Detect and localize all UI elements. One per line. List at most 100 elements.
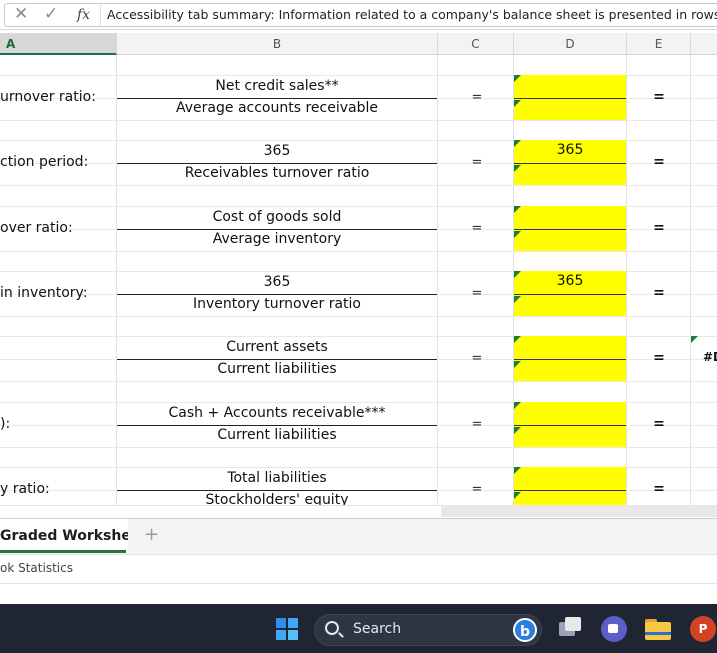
search-label: Search — [353, 621, 402, 637]
input-value[interactable]: 365 — [514, 273, 626, 289]
formula-input[interactable]: Accessibility tab summary: Information r… — [100, 3, 717, 27]
numerator-cell[interactable]: Cash + Accounts receivable*** — [117, 405, 437, 421]
numerator-cell[interactable]: Net credit sales** — [117, 78, 437, 94]
fraction-line — [117, 163, 437, 164]
gridline — [626, 55, 627, 515]
error-indicator-icon — [514, 75, 521, 82]
column-header-e[interactable]: E — [627, 33, 691, 55]
row-gridline — [0, 316, 717, 317]
input-value[interactable]: 365 — [514, 142, 626, 158]
input-divider — [514, 98, 626, 99]
fraction-line — [117, 425, 437, 426]
error-value[interactable]: #D — [703, 350, 717, 364]
active-tab-indicator — [0, 550, 126, 553]
numerator-cell[interactable]: Total liabilities — [117, 470, 437, 486]
workbook-statistics[interactable]: ok Statistics — [0, 561, 73, 575]
fraction-line — [117, 229, 437, 230]
error-indicator-icon — [514, 336, 521, 343]
error-indicator-icon — [514, 296, 521, 303]
teams-meet-icon[interactable] — [601, 616, 627, 642]
error-indicator-icon — [514, 231, 521, 238]
windows-taskbar: Search b P — [0, 604, 717, 653]
equals-sign: = — [471, 482, 483, 497]
numerator-cell[interactable]: Cost of goods sold — [117, 209, 437, 225]
error-indicator-icon — [514, 492, 521, 499]
ratio-label: ): — [0, 416, 11, 432]
equals-sign: = — [471, 155, 483, 170]
insert-function-icon[interactable]: fx — [77, 5, 90, 25]
ratio-label: over ratio: — [0, 220, 73, 236]
error-indicator-icon — [514, 165, 521, 172]
denominator-cell[interactable]: Current liabilities — [117, 361, 437, 377]
error-indicator-icon — [514, 206, 521, 213]
cancel-x-icon[interactable]: ✕ — [14, 4, 28, 24]
error-indicator-icon — [514, 402, 521, 409]
row-gridline — [0, 447, 717, 448]
window-bottom-gap — [0, 585, 717, 604]
result-equals-sign: = — [653, 416, 665, 432]
result-equals-sign: = — [653, 220, 665, 236]
fraction-line — [117, 359, 437, 360]
error-indicator-icon — [691, 336, 698, 343]
column-headers: A B C D E — [0, 33, 717, 55]
ratio-label: in inventory: — [0, 285, 88, 301]
add-sheet-plus-icon[interactable]: + — [144, 524, 159, 546]
denominator-cell[interactable]: Average accounts receivable — [117, 100, 437, 116]
excel-window: ✕ ✓ fx Accessibility tab summary: Inform… — [0, 0, 717, 653]
equals-sign: = — [471, 90, 483, 105]
fraction-line — [117, 294, 437, 295]
denominator-cell[interactable]: Inventory turnover ratio — [117, 296, 437, 312]
fraction-line — [117, 98, 437, 99]
input-divider — [514, 294, 626, 295]
spreadsheet-grid[interactable]: urnover ratio: Net credit sales** Average … — [0, 55, 717, 515]
file-explorer-icon[interactable] — [645, 616, 671, 642]
input-divider — [514, 359, 626, 360]
column-header-d[interactable]: D — [514, 33, 627, 55]
numerator-cell[interactable]: Current assets — [117, 339, 437, 355]
gridline — [690, 55, 691, 515]
formula-bar: ✕ ✓ fx Accessibility tab summary: Inform… — [0, 0, 717, 30]
result-equals-sign: = — [653, 154, 665, 170]
enter-check-icon[interactable]: ✓ — [44, 4, 58, 24]
horizontal-scrollbar[interactable] — [441, 505, 717, 517]
ratio-label: ction period: — [0, 154, 89, 170]
input-divider — [514, 163, 626, 164]
gridline — [437, 55, 438, 515]
error-indicator-icon — [514, 100, 521, 107]
row-gridline — [0, 251, 717, 252]
denominator-cell[interactable]: Current liabilities — [117, 427, 437, 443]
task-view-icon[interactable] — [557, 616, 583, 642]
row-gridline — [0, 381, 717, 382]
error-indicator-icon — [514, 361, 521, 368]
equals-sign: = — [471, 221, 483, 236]
bing-icon[interactable]: b — [513, 618, 537, 642]
column-header-f[interactable] — [691, 33, 717, 55]
equals-sign: = — [471, 286, 483, 301]
column-header-b[interactable]: B — [117, 33, 438, 55]
windows-start-icon[interactable] — [276, 618, 298, 640]
input-divider — [514, 490, 626, 491]
column-header-c[interactable]: C — [438, 33, 514, 55]
input-divider — [514, 229, 626, 230]
error-indicator-icon — [514, 467, 521, 474]
numerator-cell[interactable]: 365 — [117, 274, 437, 290]
sheet-tab-graded-worksheet[interactable]: Graded Worksheet — [0, 519, 128, 553]
taskbar-search[interactable]: Search b — [314, 614, 542, 646]
sheet-bottom-edge — [0, 505, 441, 517]
ratio-label: urnover ratio: — [0, 89, 96, 105]
sheet-tab-bar: Graded Worksheet + — [0, 518, 717, 554]
row-gridline — [0, 120, 717, 121]
row-gridline — [0, 185, 717, 186]
powerpoint-icon[interactable]: P — [690, 616, 716, 642]
denominator-cell[interactable]: Receivables turnover ratio — [117, 165, 437, 181]
status-bar: ok Statistics — [0, 554, 717, 584]
error-indicator-icon — [514, 427, 521, 434]
equals-sign: = — [471, 417, 483, 432]
ratio-label: y ratio: — [0, 481, 50, 497]
result-equals-sign: = — [653, 89, 665, 105]
result-equals-sign: = — [653, 350, 665, 366]
numerator-cell[interactable]: 365 — [117, 143, 437, 159]
result-equals-sign: = — [653, 285, 665, 301]
denominator-cell[interactable]: Average inventory — [117, 231, 437, 247]
column-header-a[interactable]: A — [0, 33, 117, 55]
